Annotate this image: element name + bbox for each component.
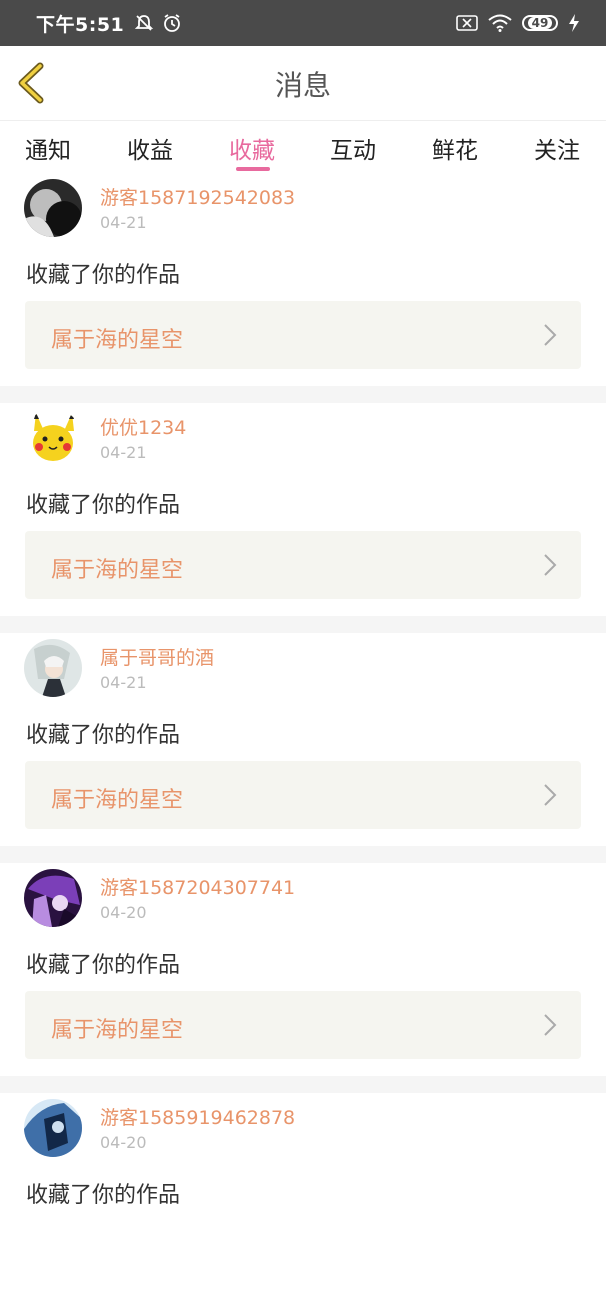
action-text: 收藏了你的作品 — [26, 723, 181, 748]
battery-level: 49 — [527, 17, 553, 29]
list-item: 属于哥哥的酒 04-21 收藏了你的作品 属于海的星空 — [0, 633, 606, 846]
work-title: 属于海的星空 — [51, 558, 184, 583]
blue-anime-avatar — [24, 1099, 82, 1157]
work-link[interactable]: 属于海的星空 — [25, 301, 581, 369]
avatar[interactable] — [24, 1099, 82, 1157]
action-text: 收藏了你的作品 — [26, 493, 181, 518]
tab-following[interactable]: 关注 — [534, 131, 580, 165]
pikachu-avatar — [24, 409, 82, 467]
chevron-right-icon — [544, 554, 557, 576]
chevron-right-icon — [544, 784, 557, 806]
divider — [0, 386, 606, 403]
date: 04-21 — [100, 213, 147, 232]
alarm-icon — [164, 14, 181, 32]
charging-icon — [569, 14, 579, 32]
username[interactable]: 游客1585919462878 — [100, 1103, 295, 1130]
sim-off-icon — [456, 15, 478, 31]
list-item: 游客1587204307741 04-20 收藏了你的作品 属于海的星空 — [0, 863, 606, 1076]
avatar[interactable] — [24, 869, 82, 927]
work-title: 属于海的星空 — [51, 1018, 184, 1043]
list-item: 优优1234 04-21 收藏了你的作品 属于海的星空 — [0, 403, 606, 616]
purple-anime-avatar — [24, 869, 82, 927]
work-title: 属于海的星空 — [51, 328, 184, 353]
battery-icon: 49 — [522, 15, 558, 31]
work-title: 属于海的星空 — [51, 788, 184, 813]
tab-interactions[interactable]: 互动 — [330, 131, 376, 165]
chevron-right-icon — [544, 324, 557, 346]
page-title: 消息 — [274, 69, 331, 102]
work-link[interactable]: 属于海的星空 — [25, 761, 581, 829]
anime-character-avatar — [24, 639, 82, 697]
date: 04-21 — [100, 443, 147, 462]
message-list: 游客1587192542083 04-21 收藏了你的作品 属于海的星空 优优1… — [0, 173, 606, 1306]
username[interactable]: 优优1234 — [100, 413, 186, 440]
username[interactable]: 游客1587204307741 — [100, 873, 295, 900]
status-time: 下午5:51 — [36, 13, 125, 36]
divider — [0, 616, 606, 633]
divider — [0, 1076, 606, 1093]
date: 04-20 — [100, 903, 147, 922]
work-link[interactable]: 属于海的星空 — [25, 531, 581, 599]
date: 04-21 — [100, 673, 147, 692]
avatar[interactable] — [24, 179, 82, 237]
active-tab-indicator — [236, 167, 270, 171]
divider — [0, 846, 606, 863]
tab-flowers[interactable]: 鲜花 — [432, 131, 478, 165]
tab-favorites[interactable]: 收藏 — [229, 131, 275, 165]
avatar[interactable] — [24, 639, 82, 697]
action-text: 收藏了你的作品 — [26, 263, 181, 288]
chevron-right-icon — [544, 1014, 557, 1036]
avatar[interactable] — [24, 409, 82, 467]
status-bar: 下午5:51 49 — [0, 0, 606, 46]
list-item: 游客1587192542083 04-21 收藏了你的作品 属于海的星空 — [0, 173, 606, 386]
work-link[interactable]: 属于海的星空 — [25, 991, 581, 1059]
action-text: 收藏了你的作品 — [26, 953, 181, 978]
header: 消息 — [0, 46, 606, 121]
mute-icon — [135, 15, 154, 31]
username[interactable]: 游客1587192542083 — [100, 183, 295, 210]
date: 04-20 — [100, 1133, 147, 1152]
list-item: 游客1585919462878 04-20 收藏了你的作品 — [0, 1093, 606, 1306]
tab-bar: 通知 收益 收藏 互动 鲜花 关注 — [0, 121, 606, 173]
dark-photo-avatar — [24, 179, 82, 237]
tab-earnings[interactable]: 收益 — [127, 131, 173, 165]
wifi-icon — [488, 14, 512, 32]
tab-notifications[interactable]: 通知 — [25, 131, 71, 165]
action-text: 收藏了你的作品 — [26, 1183, 181, 1208]
username[interactable]: 属于哥哥的酒 — [100, 643, 214, 670]
